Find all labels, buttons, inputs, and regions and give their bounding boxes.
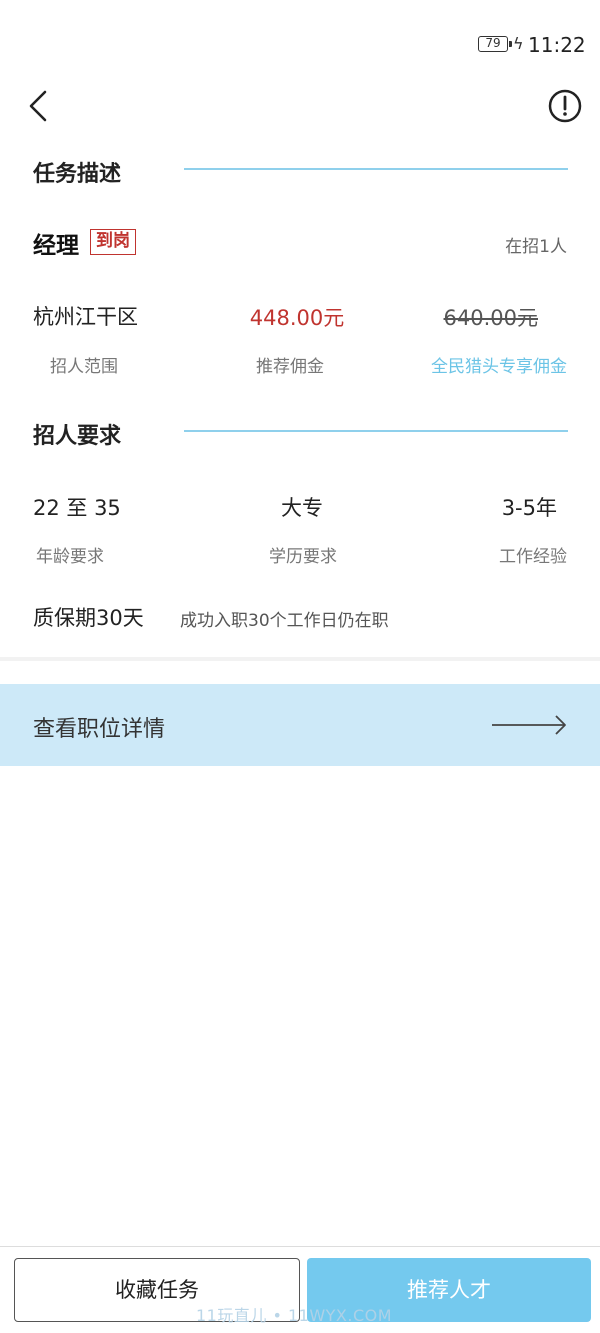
job-status-badge: 到岗 <box>90 229 136 255</box>
warranty-description: 成功入职30个工作日仍在职 <box>180 611 389 631</box>
recruit-area-value: 杭州江干区 <box>33 305 138 329</box>
section-title-requirements: 招人要求 <box>33 424 122 449</box>
age-requirement-label: 年龄要求 <box>36 547 104 567</box>
back-button[interactable] <box>18 86 58 126</box>
education-requirement-value: 大专 <box>281 496 323 520</box>
section-divider-line <box>184 168 568 170</box>
education-requirement-label: 学历要求 <box>269 547 337 567</box>
view-job-details-label: 查看职位详情 <box>33 717 166 742</box>
warranty-period: 质保期30天 <box>33 606 144 630</box>
section-divider <box>0 657 600 661</box>
exclusive-commission-label: 全民猎头专享佣金 <box>431 357 567 377</box>
battery-icon: 79 <box>478 36 512 52</box>
bottom-bar-divider <box>0 1246 600 1247</box>
experience-requirement-value: 3-5年 <box>501 496 557 520</box>
section-title-task: 任务描述 <box>33 162 122 187</box>
section-divider-line <box>184 430 568 432</box>
commission-label: 推荐佣金 <box>256 357 324 377</box>
job-title: 经理 <box>33 233 79 259</box>
original-commission-value: 640.00元 <box>443 306 538 330</box>
watermark: 11玩直儿 • 11WYX.COM <box>196 1306 393 1325</box>
view-job-details-button[interactable]: 查看职位详情 <box>0 684 600 766</box>
age-requirement-value: 22 至 35 <box>33 496 121 520</box>
charging-icon: ϟ <box>513 34 524 53</box>
commission-value: 448.00元 <box>249 306 345 330</box>
exclamation-circle-icon <box>548 89 582 123</box>
experience-requirement-label: 工作经验 <box>499 547 567 567</box>
status-time: 11:22 <box>528 33 586 57</box>
openings-count: 在招1人 <box>505 237 567 257</box>
arrow-right-icon <box>492 715 566 735</box>
task-detail-page: 79 ϟ 11:22 任务描述 经理 到岗 在招1人 杭州江干区 招人范围 44… <box>0 0 600 1333</box>
chevron-left-icon <box>29 90 47 122</box>
recruit-area-label: 招人范围 <box>50 357 118 377</box>
report-button[interactable] <box>547 88 583 124</box>
status-bar: 79 ϟ 11:22 <box>0 0 600 80</box>
